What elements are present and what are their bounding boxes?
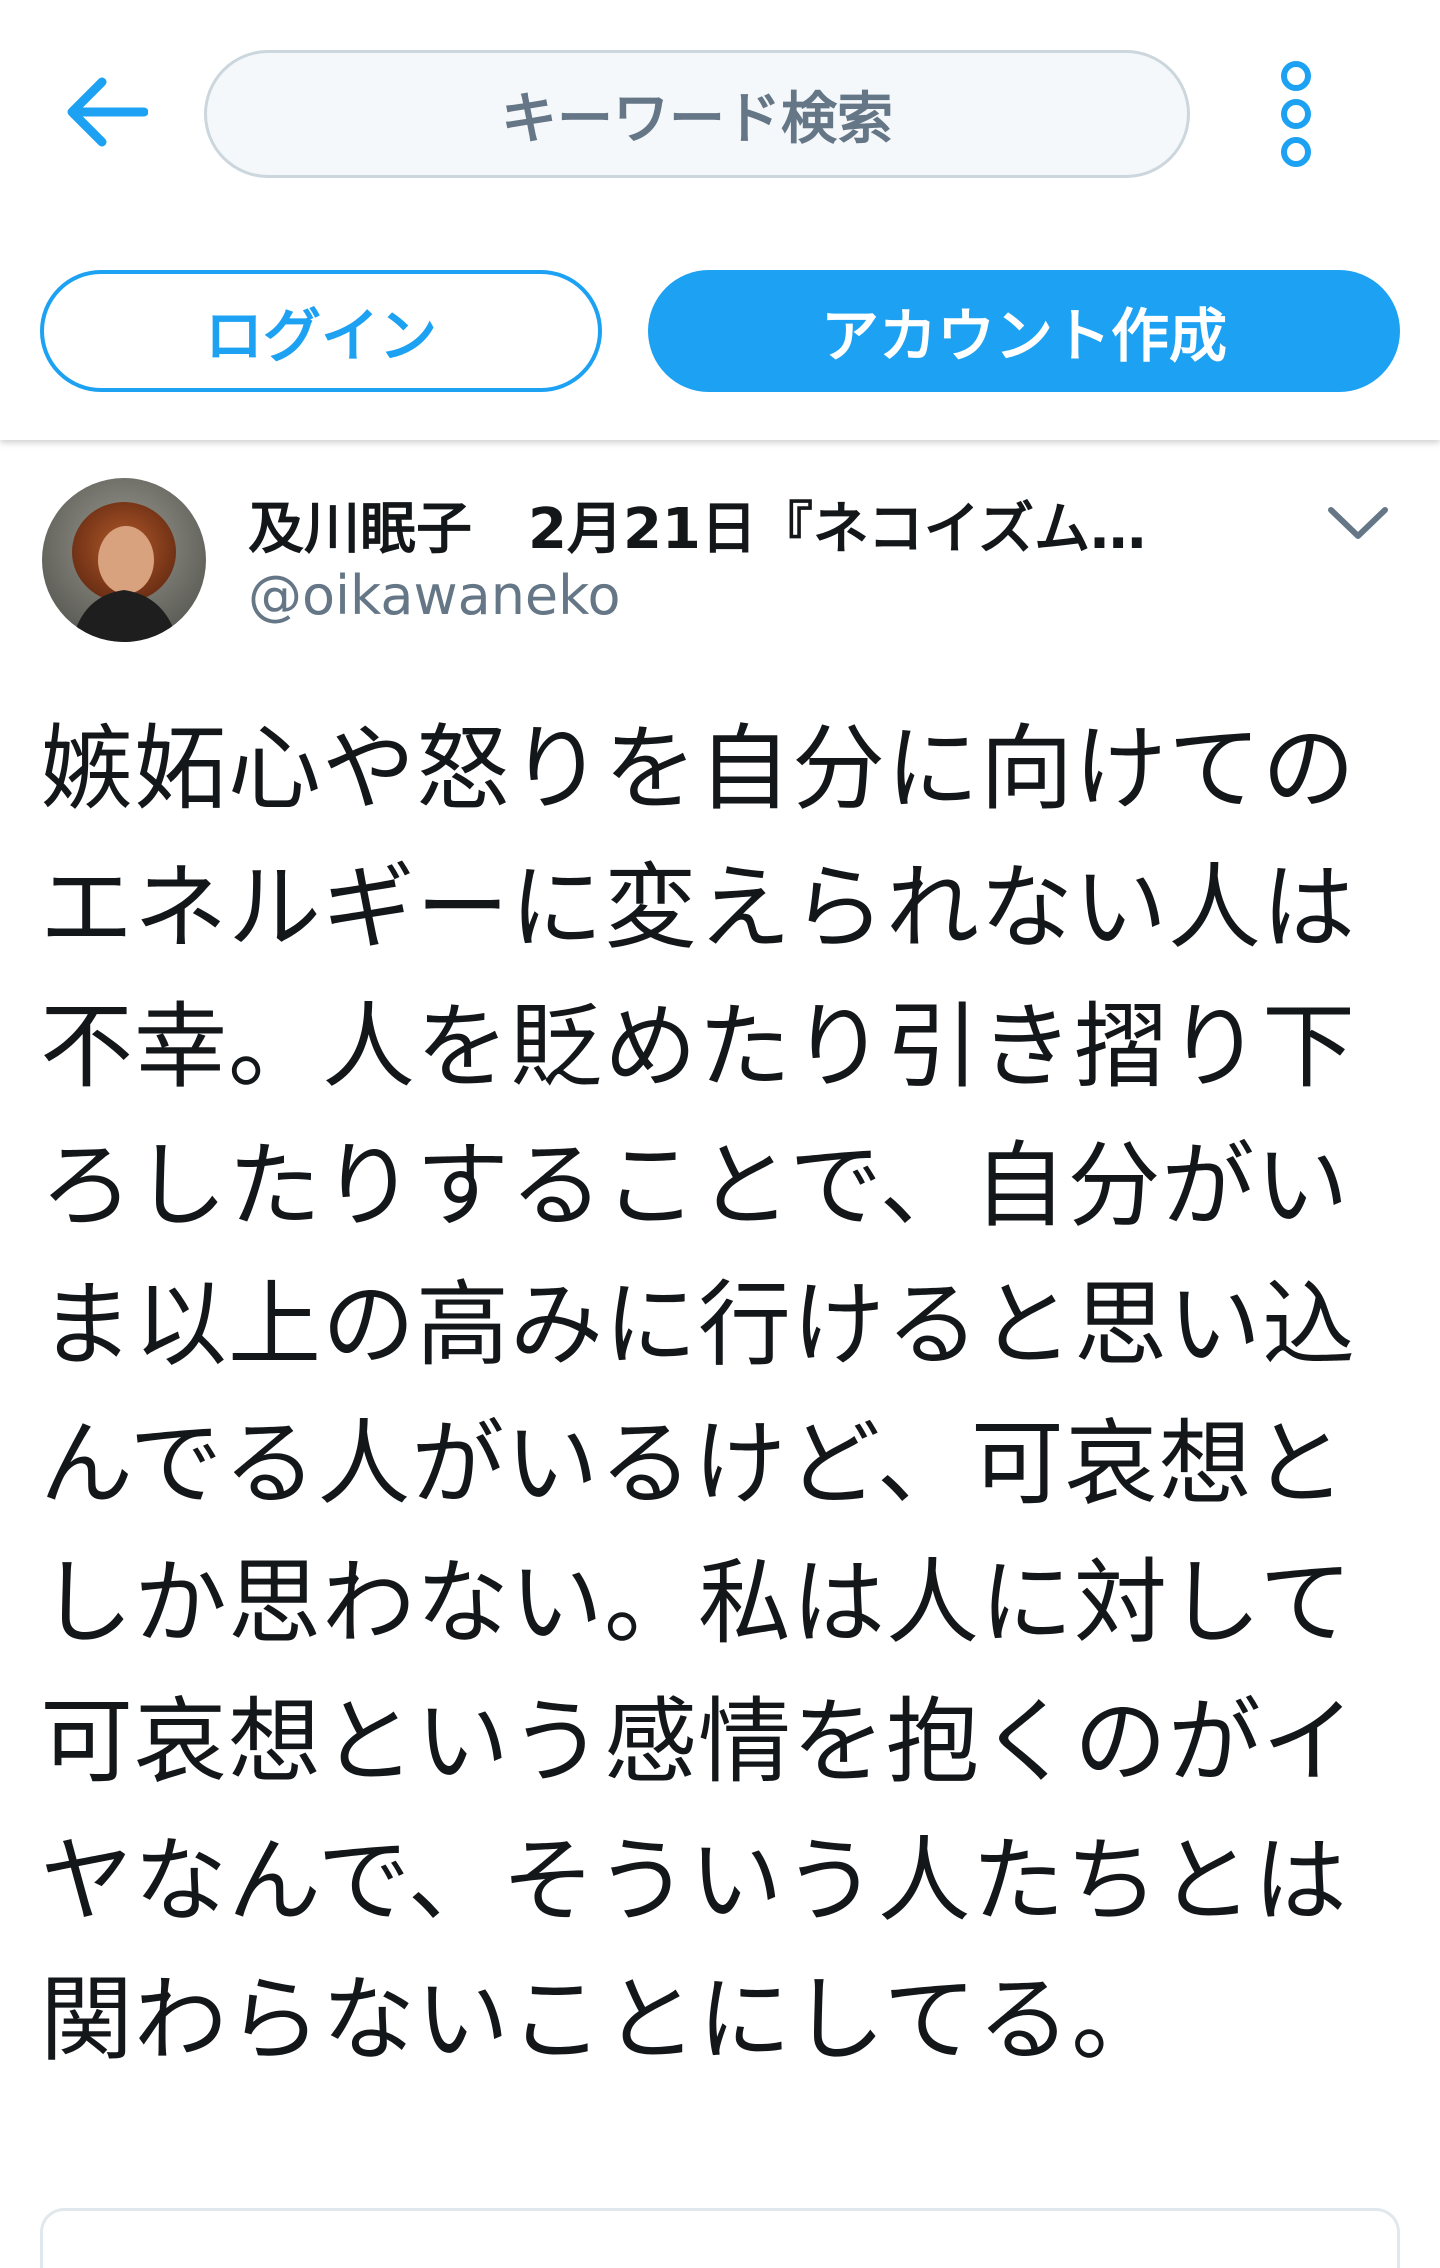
- chevron-down-icon: [1328, 507, 1388, 539]
- search-placeholder: キーワード検索: [501, 86, 893, 152]
- create-account-button[interactable]: アカウント作成: [648, 270, 1400, 392]
- back-button[interactable]: [56, 62, 156, 162]
- top-header: キーワード検索 ログイン アカウント作成: [0, 0, 1440, 440]
- tweet-menu-button[interactable]: [1318, 484, 1398, 564]
- login-button[interactable]: ログイン: [40, 270, 602, 392]
- author-display-name[interactable]: 及川眠子 2月21日『ネコイズム…: [248, 484, 1248, 565]
- tweet-card: 及川眠子 2月21日『ネコイズム… @oikawaneko 嫉妬心や怒りを自分に…: [0, 440, 1440, 2268]
- arrow-left-icon: [67, 77, 148, 147]
- vertical-ellipsis-icon: [1281, 61, 1311, 167]
- avatar-image: [42, 478, 206, 642]
- user-avatar[interactable]: [42, 478, 206, 642]
- create-account-label: アカウント作成: [820, 302, 1227, 370]
- tweet-text: 嫉妬心や怒りを自分に向けてのエネルギーに変えられない人は不幸。人を貶めたり引き摺…: [40, 715, 1356, 2074]
- more-options-button[interactable]: [1256, 56, 1336, 172]
- search-input[interactable]: キーワード検索: [204, 50, 1190, 178]
- next-card-border: [40, 2208, 1400, 2268]
- author-handle[interactable]: @oikawaneko: [248, 564, 621, 627]
- login-label: ログイン: [204, 302, 437, 370]
